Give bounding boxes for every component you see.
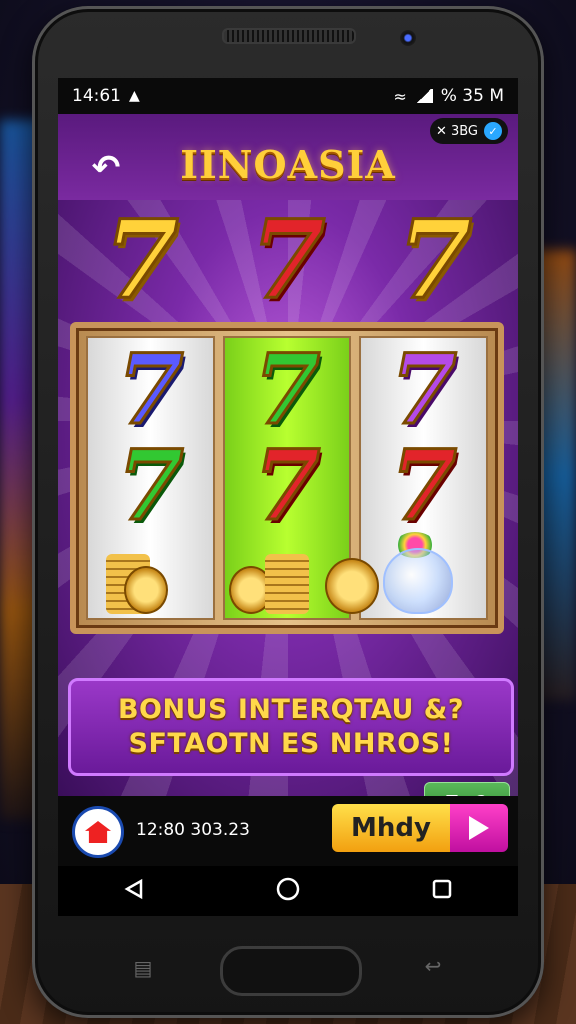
reels: 7 7 7 7 7 7 <box>86 333 489 620</box>
status-right-text: % 35 M <box>440 86 504 106</box>
reel-right[interactable]: 7 7 <box>359 333 489 620</box>
red-seven-symbol: 7 <box>389 429 459 542</box>
reel-middle-coins <box>225 534 379 618</box>
gold-coins-icon <box>228 544 379 614</box>
app-header: ✕ 3BG ✓ ↶ IINOASIA <box>58 114 518 200</box>
status-bar: 14:61 ▲ ≈ % 35 M <box>58 78 518 114</box>
phone-speaker <box>222 28 356 44</box>
signal-icon <box>414 89 433 103</box>
play-button[interactable]: Mhdy <box>332 804 508 852</box>
bonus-banner-line-1: BONUS INTERQTAU &? <box>117 694 465 725</box>
purple-seven-symbol: 7 <box>389 333 459 446</box>
gold-coins-icon <box>98 544 168 614</box>
proximity-sensor <box>102 40 110 48</box>
home-icon[interactable] <box>72 806 124 858</box>
small-green-button[interactable]: Tov2 <box>424 782 510 796</box>
phone-body: 14:61 ▲ ≈ % 35 M ✕ 3BG ✓ ↶ IINOASIA 7 7 … <box>32 6 544 1018</box>
reel-middle[interactable]: 7 7 <box>222 333 379 620</box>
nav-recent-apps-icon[interactable] <box>431 878 453 904</box>
green-seven-symbol: 7 <box>252 333 322 446</box>
header-badge-label: ✕ 3BG <box>435 123 478 139</box>
notification-icon: ▲ <box>129 88 140 104</box>
nav-home-icon[interactable] <box>275 876 301 906</box>
play-triangle-icon <box>450 804 508 852</box>
play-button-label: Mhdy <box>332 804 450 852</box>
reel-right-jar <box>361 532 486 618</box>
status-time: 14:61 <box>72 86 121 106</box>
back-arrow-icon[interactable]: ↶ <box>86 148 126 188</box>
bottom-bar: 12:80 303.23 Mhdy <box>58 796 518 866</box>
top-sevens-row: 7 7 7 <box>68 197 508 323</box>
app-title: IINOASIA <box>180 142 396 187</box>
hardware-back-icon[interactable]: ↩ <box>418 954 448 978</box>
slot-game-app: ✕ 3BG ✓ ↶ IINOASIA 7 7 7 7 7 7 7 7 7 BON… <box>58 114 518 796</box>
check-icon: ✓ <box>484 122 502 140</box>
green-seven-symbol: 7 <box>115 429 185 542</box>
nav-back-icon[interactable] <box>123 878 145 904</box>
android-nav-bar <box>58 866 518 916</box>
wifi-icon: ≈ <box>393 86 407 106</box>
reel-left[interactable]: 7 7 <box>86 336 215 620</box>
hardware-menu-icon[interactable]: ▤ <box>128 956 158 980</box>
hardware-home-button[interactable] <box>220 946 362 996</box>
slot-machine-frame: 7 7 7 7 7 7 <box>70 322 504 634</box>
blue-seven-symbol: 7 <box>115 333 185 446</box>
bonus-banner-line-2: SFTAOTN ES NHROS! <box>128 728 454 759</box>
red-seven-symbol: 7 <box>249 197 327 323</box>
balance-text: 12:80 303.23 <box>136 820 250 840</box>
candy-jar-icon <box>383 548 454 614</box>
reel-left-coins <box>88 534 213 618</box>
front-camera <box>400 30 416 46</box>
gold-seven-symbol: 7 <box>396 197 474 323</box>
header-badge[interactable]: ✕ 3BG ✓ <box>429 118 508 144</box>
red-seven-symbol: 7 <box>252 429 322 542</box>
gold-seven-symbol: 7 <box>102 197 180 323</box>
phone-screen: 14:61 ▲ ≈ % 35 M ✕ 3BG ✓ ↶ IINOASIA 7 7 … <box>58 78 518 916</box>
bonus-banner[interactable]: BONUS INTERQTAU &? SFTAOTN ES NHROS! <box>68 678 514 776</box>
